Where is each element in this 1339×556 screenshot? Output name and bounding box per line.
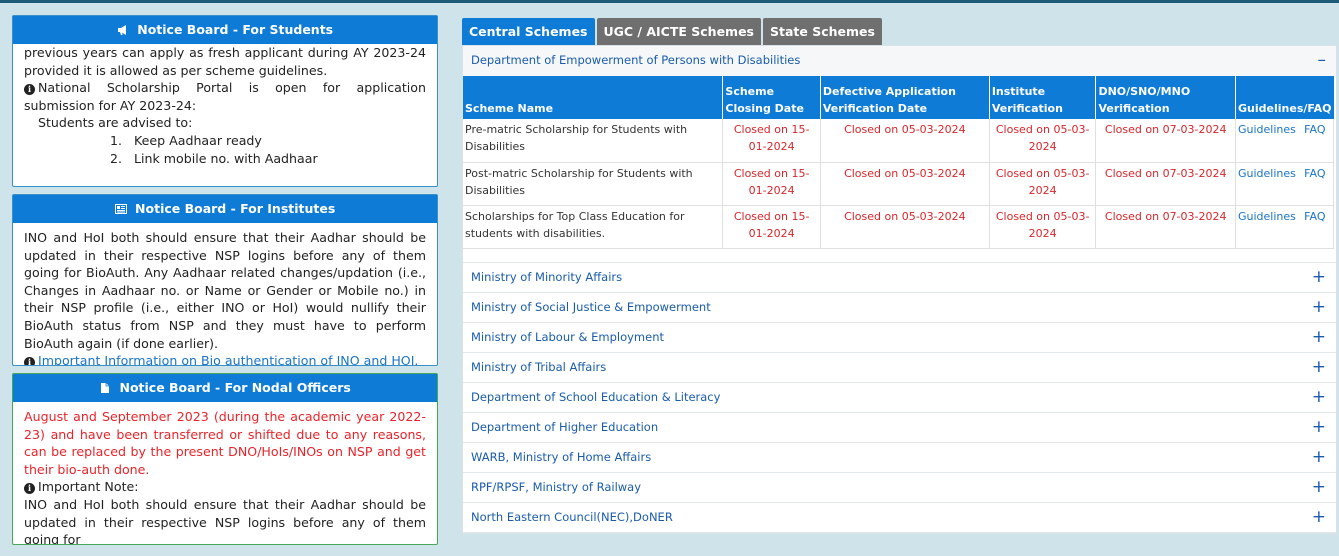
notice-board-institutes-body: INO and HoI both should ensure that thei… <box>13 223 437 365</box>
nodal-note: Important Note: <box>38 479 139 495</box>
accordion-header-nec[interactable]: North Eastern Council(NEC),DoNER + <box>463 502 1336 533</box>
accordion-header-minority[interactable]: Ministry of Minority Affairs + <box>463 262 1336 293</box>
notice-board-nodal: Notice Board - For Nodal Officers August… <box>12 373 438 545</box>
accordion-header-depwd[interactable]: Department of Empowerment of Persons wit… <box>463 46 1336 76</box>
defective-date: Closed on 05-03-2024 <box>820 119 990 163</box>
institute-date: Closed on 05-03-2024 <box>989 205 1097 249</box>
guidelines-link[interactable]: Guidelines <box>1235 205 1303 249</box>
accordion-header-labour[interactable]: Ministry of Labour & Employment + <box>463 322 1336 353</box>
notice-board-students-body: previous years can apply as fresh applic… <box>13 44 437 186</box>
expand-icon: + <box>1311 356 1326 377</box>
faq-link[interactable]: FAQ <box>1302 205 1335 249</box>
right-column: Central Schemes UGC / AICTE Schemes Stat… <box>462 18 1337 534</box>
tab-central-schemes[interactable]: Central Schemes <box>462 18 595 45</box>
scheme-name: Scholarships for Top Class Education for… <box>463 205 724 249</box>
info-icon: i <box>24 483 35 495</box>
defective-date: Closed on 05-03-2024 <box>820 205 990 249</box>
institute-date: Closed on 05-03-2024 <box>989 119 1097 163</box>
megaphone-icon <box>117 22 137 37</box>
table-row: Post-matric Scholarship for Students wit… <box>463 162 1335 206</box>
schemes-panel: Department of Empowerment of Persons wit… <box>462 45 1337 534</box>
notice-board-students: Notice Board - For Students previous yea… <box>12 15 438 187</box>
accordion-header-school-education[interactable]: Department of School Education & Literac… <box>463 382 1336 413</box>
nodal-red-text: August and September 2023 (during the ac… <box>24 409 426 477</box>
column-header: Defective Application Verification Date <box>820 76 990 119</box>
notice-board-institutes-header: Notice Board - For Institutes <box>13 195 437 223</box>
table-header-row: Scheme Name Scheme Closing Date Defectiv… <box>463 76 1334 119</box>
faq-link[interactable]: FAQ <box>1302 162 1335 206</box>
column-header: Scheme Name <box>463 76 724 119</box>
notice-board-institutes-title: Notice Board - For Institutes <box>135 201 336 216</box>
info-icon: i <box>24 84 35 96</box>
students-line1: previous years can apply as fresh applic… <box>24 45 426 78</box>
accordion-header-higher-education[interactable]: Department of Higher Education + <box>463 412 1336 443</box>
accordion-header-rpf[interactable]: RPF/RPSF, Ministry of Railway + <box>463 472 1336 503</box>
students-line2: National Scholarship Portal is open for … <box>24 80 426 113</box>
guidelines-link[interactable]: Guidelines <box>1235 162 1303 206</box>
closing-date: Closed on 15-01-2024 <box>722 162 821 206</box>
tab-state-schemes[interactable]: State Schemes <box>763 18 882 45</box>
expand-icon: + <box>1311 266 1326 287</box>
column-header: DNO/SNO/MNO Verification <box>1095 76 1236 119</box>
institutes-para: INO and HoI both should ensure that thei… <box>24 230 426 351</box>
expand-icon: + <box>1311 326 1326 347</box>
list-item: 2. Link mobile no. with Aadhaar <box>110 150 318 166</box>
accordion-header-tribal[interactable]: Ministry of Tribal Affairs + <box>463 352 1336 383</box>
notice-board-nodal-title: Notice Board - For Nodal Officers <box>119 380 351 395</box>
notice-board-institutes: Notice Board - For Institutes INO and Ho… <box>12 194 438 366</box>
document-icon <box>99 380 119 395</box>
accordion-header-social-justice[interactable]: Ministry of Social Justice & Empowerment… <box>463 292 1336 323</box>
notice-board-nodal-header: Notice Board - For Nodal Officers <box>13 374 437 402</box>
notice-board-nodal-body: August and September 2023 (during the ac… <box>13 402 437 544</box>
collapse-icon: – <box>1317 50 1327 70</box>
newspaper-icon <box>114 201 135 216</box>
spacer <box>463 248 1336 263</box>
accordion-header-warb[interactable]: WARB, Ministry of Home Affairs + <box>463 442 1336 473</box>
closing-date: Closed on 15-01-2024 <box>722 205 821 249</box>
column-header: Institute Verification <box>989 76 1097 119</box>
table-row: Pre-matric Scholarship for Students with… <box>463 119 1335 163</box>
column-header: Scheme Closing Date <box>722 76 821 119</box>
notice-board-students-header: Notice Board - For Students <box>13 16 437 44</box>
dno-date: Closed on 07-03-2024 <box>1095 162 1236 206</box>
institute-date: Closed on 05-03-2024 <box>989 162 1097 206</box>
scheme-name: Post-matric Scholarship for Students wit… <box>463 162 724 206</box>
students-advised: Students are advised to: <box>38 115 193 131</box>
dno-date: Closed on 07-03-2024 <box>1095 205 1236 249</box>
defective-date: Closed on 05-03-2024 <box>820 162 990 206</box>
table-row: Scholarships for Top Class Education for… <box>463 205 1335 249</box>
scheme-tabs: Central Schemes UGC / AICTE Schemes Stat… <box>462 18 1337 45</box>
expand-icon: + <box>1311 446 1326 467</box>
expand-icon: + <box>1311 476 1326 497</box>
faq-link[interactable]: FAQ <box>1302 119 1335 163</box>
bio-auth-info-link[interactable]: Important Information on Bio authenticat… <box>38 353 418 365</box>
expand-icon: + <box>1311 416 1326 437</box>
column-header: Guidelines/FAQ <box>1235 76 1334 119</box>
expand-icon: + <box>1311 506 1326 527</box>
left-column: Notice Board - For Students previous yea… <box>12 15 438 552</box>
closing-date: Closed on 15-01-2024 <box>722 119 821 163</box>
info-icon: i <box>24 357 35 365</box>
list-item: 1. Keep Aadhaar ready <box>110 132 262 148</box>
expand-icon: + <box>1311 296 1326 317</box>
expand-icon: + <box>1311 386 1326 407</box>
guidelines-link[interactable]: Guidelines <box>1235 119 1303 163</box>
schemes-table: Scheme Name Scheme Closing Date Defectiv… <box>463 76 1335 249</box>
scheme-name: Pre-matric Scholarship for Students with… <box>463 119 724 163</box>
tab-ugc-aicte-schemes[interactable]: UGC / AICTE Schemes <box>596 18 762 45</box>
nodal-para: INO and HoI both should ensure that thei… <box>24 496 426 544</box>
dno-date: Closed on 07-03-2024 <box>1095 119 1236 163</box>
notice-board-students-title: Notice Board - For Students <box>137 22 334 37</box>
